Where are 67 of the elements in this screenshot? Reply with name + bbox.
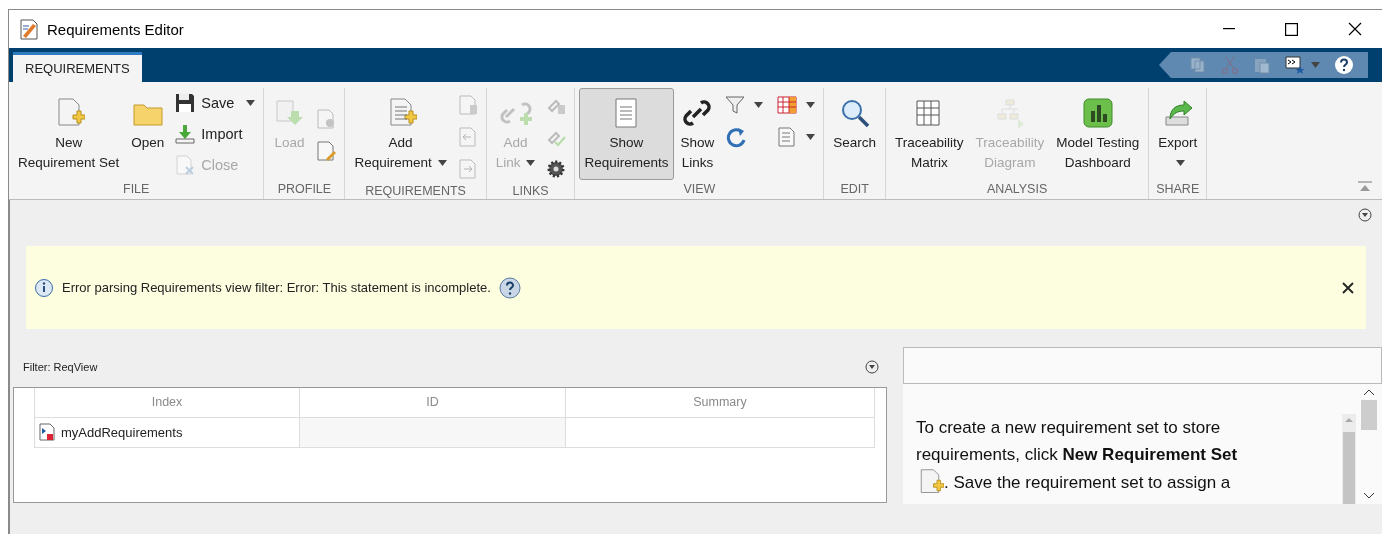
close-icon xyxy=(1347,22,1362,36)
section-label: LINKS xyxy=(511,184,550,200)
help-icon[interactable] xyxy=(498,276,521,299)
save-icon xyxy=(175,92,196,113)
table-cell[interactable]: myAddRequirements xyxy=(34,417,300,447)
column-header[interactable]: Summary xyxy=(565,388,875,417)
section-label: FILE xyxy=(122,182,151,198)
refresh-icon xyxy=(725,126,748,148)
instruction-text: . Save the requirement set to assign a xyxy=(944,471,1231,494)
outdent-icon xyxy=(457,127,478,147)
link-icon xyxy=(681,97,714,129)
settings-document-icon xyxy=(316,109,337,129)
column-header[interactable]: Index xyxy=(34,388,300,417)
ribbon-button[interactable]: Open xyxy=(126,88,170,180)
column-header[interactable]: ID xyxy=(299,388,566,417)
section-label: REQUIREMENTS xyxy=(364,184,467,200)
app-icon xyxy=(19,18,39,40)
close-document-icon xyxy=(175,154,196,175)
section-label: VIEW xyxy=(682,182,717,198)
instruction-text: To create a new requirement set to store requirements, click New Requirement Set xyxy=(916,417,1239,466)
edit-document-icon xyxy=(316,141,337,161)
scrollbar-thumb[interactable] xyxy=(1361,400,1377,430)
ribbon-button[interactable]: Show Links xyxy=(675,88,720,180)
expand-icon[interactable] xyxy=(865,360,879,374)
gear-icon xyxy=(546,159,567,179)
requirement-set-icon xyxy=(39,423,55,441)
info-icon xyxy=(34,277,54,298)
maximize-icon xyxy=(1285,22,1298,36)
close-icon[interactable] xyxy=(1342,281,1354,294)
ribbon-button[interactable]: Model Testing Dashboard xyxy=(1051,88,1145,180)
ribbon-button[interactable]: New Requirement Set xyxy=(13,88,125,180)
ribbon-small-button[interactable]: Import xyxy=(171,119,260,148)
collapse-ribbon-icon[interactable] xyxy=(1358,181,1372,193)
window-title: Requirements Editor xyxy=(47,20,185,38)
paste-icon xyxy=(1253,56,1271,74)
columns-icon xyxy=(777,95,798,115)
expand-icon[interactable] xyxy=(1358,208,1372,222)
minimize-icon xyxy=(1222,28,1235,30)
filter-label: Filter: ReqView xyxy=(23,361,98,373)
filter-icon xyxy=(725,95,746,115)
delete-document-icon xyxy=(457,95,478,115)
section-label: SHARE xyxy=(1155,182,1201,198)
scroll-up-icon[interactable] xyxy=(1363,388,1375,396)
dashboard-icon xyxy=(1081,97,1114,129)
cut-icon xyxy=(1221,56,1239,74)
view-document-icon xyxy=(777,127,798,147)
command-favorite-icon xyxy=(1285,56,1305,74)
copy-icon xyxy=(1189,56,1207,74)
indent-icon xyxy=(457,159,478,179)
property-field[interactable] xyxy=(903,347,1382,384)
ribbon-button[interactable]: Show Requirements xyxy=(579,88,674,180)
ribbon-small-button[interactable]: Save xyxy=(171,88,260,117)
error-message: Error parsing Requirements view filter: Error: This statement is incomplete. xyxy=(62,280,491,295)
dropdown-caret-icon xyxy=(1311,62,1320,68)
ribbon-button[interactable]: Export xyxy=(1153,88,1203,180)
section-label: PROFILE xyxy=(276,182,333,198)
inner-scrollbar[interactable] xyxy=(1342,414,1356,504)
ribbon-button[interactable]: Search xyxy=(828,88,882,180)
ribbon-button[interactable]: Traceability Matrix xyxy=(890,88,969,180)
help-icon xyxy=(1334,55,1354,75)
ribbon-tab[interactable]: REQUIREMENTS xyxy=(13,52,142,82)
scroll-down-icon[interactable] xyxy=(1363,492,1375,500)
section-label: ANALYSIS xyxy=(986,182,1049,198)
ribbon-button[interactable]: Add Requirement xyxy=(349,88,452,180)
requirement-set-name: myAddRequirements xyxy=(61,424,183,440)
import-icon xyxy=(175,123,196,144)
section-label: EDIT xyxy=(839,182,870,198)
